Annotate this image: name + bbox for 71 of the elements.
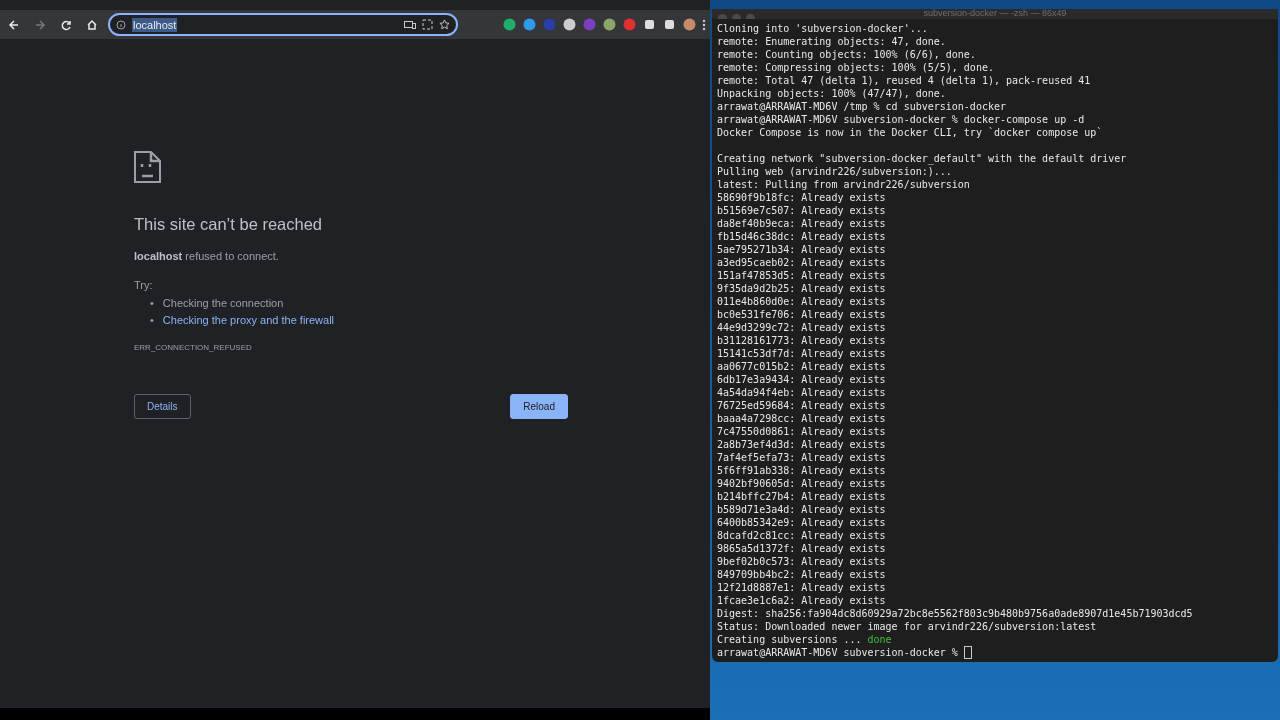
terminal-line: 7af4ef5efa73: Already exists (717, 451, 887, 464)
terminal-line: bc0e531fe706: Already exists (717, 308, 887, 321)
terminal-line: Cloning into 'subversion-docker'... (717, 22, 929, 35)
window-title: subversion-docker — -zsh — 86x49 (923, 9, 1067, 19)
terminal-line: 9bef02b0c573: Already exists (717, 555, 887, 568)
terminal-line: da8ef40b9eca: Already exists (717, 217, 887, 230)
terminal-line: Pulling web (arvindr226/subversion:)... (717, 165, 953, 178)
terminal-line: b214bffc27b4: Already exists (717, 490, 887, 503)
terminal-line: 15141c53df7d: Already exists (717, 347, 887, 360)
reload-button[interactable]: Reload (510, 394, 568, 419)
terminal-line: remote: Counting objects: 100% (6/6), done. (717, 48, 977, 61)
terminal-line: 7c47550d0861: Already exists (717, 425, 887, 438)
terminal-line: arrawat@ARRAWAT-MD6V subversion-docker % docker-compose up -d (717, 113, 1086, 126)
terminal-line: 9865a5d1372f: Already exists (717, 542, 887, 555)
terminal-line: 58690f9b18fc: Already exists (717, 191, 887, 204)
terminal-line: Unpacking objects: 100% (47/47), done. (717, 87, 947, 100)
terminal-line: a3ed95caeb02: Already exists (717, 256, 887, 269)
try-label: Try: (134, 279, 154, 291)
home-icon[interactable] (86, 18, 98, 31)
terminal-line: remote: Enumerating objects: 47, done. (717, 35, 947, 48)
terminal-line: 4a54da94f4eb: Already exists (717, 386, 887, 399)
terminal-line: 2a8b73ef4d3d: Already exists (717, 438, 887, 451)
terminal-line: Docker Compose is now in the Docker CLI, try `docker compose up` (717, 126, 1104, 139)
suggestion-text: Checking the connection (162, 296, 284, 311)
terminal-line: 5ae795271b34: Already exists (717, 243, 887, 256)
terminal-line: Creating network "subversion-docker_default" with the default driver (717, 152, 1128, 165)
info-icon (116, 19, 126, 30)
terminal-line: 8dcafd2c81cc: Already exists (717, 529, 887, 542)
terminal-line: 9f35da9d2b25: Already exists (717, 282, 887, 295)
terminal-line: 849709bb4bc2: Already exists (717, 568, 887, 581)
terminal-line: 9402bf90605d: Already exists (717, 477, 887, 490)
forward-icon[interactable] (34, 18, 46, 31)
terminal-line: Status: Downloaded newer image for arvindr226/subversion:latest (717, 620, 1098, 633)
terminal-line: latest: Pulling from arvindr226/subversion (717, 178, 971, 191)
bullet: • (150, 313, 154, 328)
sad-page-icon (134, 151, 161, 183)
terminal-line: 76725ed59684: Already exists (717, 399, 887, 412)
terminal-line: 44e9d3299c72: Already exists (717, 321, 887, 334)
error-code: ERR_CONNECTION_REFUSED (134, 343, 253, 352)
terminal-line: remote: Compressing objects: 100% (5/5), done. (717, 61, 995, 74)
address-bar[interactable]: localhost (108, 13, 458, 36)
terminal-line: 1fcae3e1c6a2: Already exists (717, 594, 887, 607)
star-icon (439, 19, 450, 30)
details-button[interactable]: Details (134, 394, 191, 419)
error-title: This site can’t be reached (134, 215, 324, 234)
back-icon[interactable] (8, 18, 20, 31)
terminal-line: b51569e7c507: Already exists (717, 204, 887, 217)
terminal-line: remote: Total 47 (delta 1), reused 4 (delta 1), pack-reused 41 (717, 74, 1092, 87)
terminal-line: 12f21d8887e1: Already exists (717, 581, 887, 594)
terminal-line: 6db17e3a9434: Already exists (717, 373, 887, 386)
devices-icon (404, 19, 416, 30)
terminal-line: Digest: sha256:fa904dc8d60929a72bc8e5562f803c9b480b9756a0ade8907d1e45b71903dcd5 (717, 607, 1194, 620)
terminal-line: b31128161773: Already exists (717, 334, 887, 347)
terminal-line: Creating subversions ... (717, 633, 863, 646)
address-text: localhost (132, 17, 178, 32)
suggestion-link[interactable]: Checking the proxy and the firewall (162, 312, 335, 329)
terminal-line: aa0677c015b2: Already exists (717, 360, 887, 373)
reload-icon[interactable] (60, 18, 72, 31)
status-text: done (867, 633, 892, 646)
terminal-line: arrawat@ARRAWAT-MD6V /tmp % cd subversion-docker (717, 100, 1007, 113)
terminal-line: b589d71e3a4d: Already exists (717, 503, 887, 516)
error-message: localhost refused to connect. (134, 250, 280, 262)
terminal-line: baaa4a7298cc: Already exists (717, 412, 887, 425)
terminal-line: 6400b85342e9: Already exists (717, 516, 887, 529)
terminal-line: fb15d46c38dc: Already exists (717, 230, 887, 243)
menu-icon[interactable] (702, 18, 706, 31)
terminal-line: 5f6ff91ab338: Already exists (717, 464, 887, 477)
terminal-line: 011e4b860d0e: Already exists (717, 295, 887, 308)
terminal-line: 151af47853d5: Already exists (717, 269, 887, 282)
terminal-line: arrawat@ARRAWAT-MD6V subversion-docker % (717, 646, 959, 659)
bullet: • (150, 296, 154, 311)
